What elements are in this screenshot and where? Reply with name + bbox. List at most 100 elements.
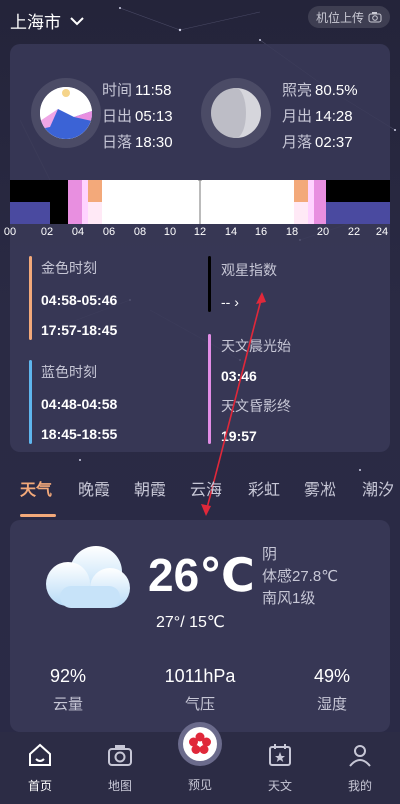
nav-map[interactable]: 地图 (90, 742, 150, 794)
tab-sunset-glow[interactable]: 晚霞 (78, 476, 110, 500)
humidity-value: 49% (313, 666, 351, 686)
moon-illumination-key: 照亮 (282, 82, 313, 99)
flower-icon (183, 727, 217, 761)
nav-astronomy[interactable]: 天文 (250, 742, 310, 794)
blue-hour-bar (29, 360, 32, 444)
hour-label: 00 (3, 226, 17, 238)
moonset-value: 02:37 (315, 134, 353, 151)
wind: 南风1级 (262, 590, 316, 607)
nav-profile[interactable]: 我的 (330, 742, 390, 794)
golden-hour-bar (29, 256, 32, 340)
feels-like: 体感27.8℃ (262, 568, 339, 585)
astro-dawn-time: 03:46 (221, 368, 257, 384)
sunrise-value: 05:13 (135, 108, 173, 125)
cloud-cover-value: 92% (49, 666, 87, 686)
tab-rainbow[interactable]: 彩虹 (248, 476, 280, 500)
moon-info: 照亮 80.5% 月出 14:28 月落 02:37 (282, 78, 358, 156)
hour-label: 08 (133, 226, 147, 238)
golden-hour-section: 金色时刻 04:58-05:46 17:57-18:45 (41, 258, 117, 338)
camera-icon (108, 745, 132, 766)
moonrise-value: 14:28 (315, 108, 353, 125)
nav-forecast-label: 预见 (187, 778, 212, 792)
stargazing-bar (208, 256, 211, 312)
blue-hour-morning: 04:48-04:58 (41, 396, 118, 412)
sun-moon-panel: 时间 11:58 日出 05:13 日落 18:30 照亮 80.5% 月出 14:28 … (4, 44, 390, 452)
blue-hour-title: 蓝色时刻 (41, 364, 97, 380)
user-icon (349, 745, 371, 767)
weather-conditions: 阴 体感27.8℃ 南风1级 (262, 544, 338, 610)
current-temperature: 26℃ (148, 549, 255, 601)
moon-illumination-value: 80.5% (315, 82, 358, 99)
humidity-label: 湿度 (316, 696, 347, 713)
hour-label: 06 (102, 226, 116, 238)
sun-time-key: 时间 (102, 82, 133, 99)
pressure-label: 气压 (184, 696, 215, 713)
moon-phase-icon (211, 88, 261, 138)
spot-upload-button[interactable]: 机位上传 (307, 6, 390, 28)
sun-arc-icon (40, 87, 92, 139)
moonset-key: 月落 (282, 134, 313, 151)
golden-hour-morning: 04:58-05:46 (41, 292, 118, 308)
sunset-key: 日落 (102, 134, 133, 151)
blue-hour-evening: 18:45-18:55 (41, 426, 118, 442)
city-selector[interactable]: 上海市 (10, 8, 85, 33)
pressure-stat: 1011hPa 气压 (150, 666, 250, 714)
hour-label: 24 (375, 226, 389, 238)
astro-dawn-title: 天文晨光始 (221, 338, 291, 354)
active-tab-indicator (20, 514, 56, 517)
tab-tide[interactable]: 潮汐 (362, 476, 394, 500)
nav-profile-label: 我的 (347, 779, 372, 793)
blue-hour-section: 蓝色时刻 04:48-04:58 18:45-18:55 (41, 362, 117, 442)
astro-twilight-section: 天文晨光始 03:46 天文昏影终 19:57 (221, 336, 291, 444)
humidity-stat: 49% 湿度 (282, 666, 382, 714)
sun-position-dial (31, 78, 101, 148)
cloud-cover-label: 云量 (52, 696, 83, 713)
chevron-down-icon (70, 16, 84, 25)
hour-label: 14 (224, 226, 238, 238)
stargazing-title: 观星指数 (221, 262, 277, 278)
golden-hour-title: 金色时刻 (41, 260, 97, 276)
cloud-icon (46, 546, 130, 608)
forecast-tabs: 天气 晚霞 朝霞 云海 彩虹 雾凇 潮汐 (0, 470, 400, 510)
weather-card: 26℃ 阴 体感27.8℃ 南风1级 27°/ 15℃ 92% 云量 1011h… (10, 520, 390, 732)
city-name: 上海市 (10, 13, 61, 32)
pressure-value: 1011hPa (164, 666, 236, 686)
sunset-value: 18:30 (135, 134, 173, 151)
hour-label: 18 (285, 226, 299, 238)
forecast-center-button[interactable] (178, 722, 222, 766)
tab-rime[interactable]: 雾凇 (304, 476, 336, 500)
moonrise-key: 月出 (282, 108, 313, 125)
hour-label: 16 (254, 226, 268, 238)
stargazing-section[interactable]: 观星指数 -- › (221, 260, 277, 310)
home-icon (29, 743, 51, 766)
tab-weather[interactable]: 天气 (20, 476, 52, 500)
nav-astronomy-label: 天文 (267, 779, 292, 793)
astro-twilight-bar (208, 334, 211, 444)
hour-label: 20 (316, 226, 330, 238)
nav-forecast[interactable]: 预见 (170, 776, 230, 793)
hour-label: 22 (347, 226, 361, 238)
nav-home-label: 首页 (27, 779, 52, 793)
golden-hour-evening: 17:57-18:45 (41, 322, 118, 338)
sun-time-value: 11:58 (135, 82, 172, 99)
sun-info: 时间 11:58 日出 05:13 日落 18:30 (102, 78, 173, 156)
temperature-range: 27°/ 15℃ (156, 614, 225, 631)
daylight-timeline[interactable] (10, 180, 390, 224)
nav-home[interactable]: 首页 (10, 742, 70, 794)
timeline-hour-labels: 00 02 04 06 08 10 12 14 16 18 20 22 24 (4, 226, 390, 242)
hour-label: 10 (163, 226, 177, 238)
stargazing-value: -- › (221, 294, 239, 310)
tab-cloud-sea[interactable]: 云海 (190, 476, 222, 500)
weather-condition: 阴 (262, 546, 278, 563)
spot-upload-label: 机位上传 (315, 10, 364, 25)
hour-label: 04 (71, 226, 85, 238)
camera-icon (368, 12, 382, 23)
hour-label: 12 (193, 226, 207, 238)
astro-dusk-title: 天文昏影终 (221, 398, 291, 414)
astro-dusk-time: 19:57 (221, 428, 257, 444)
sunrise-key: 日出 (102, 108, 133, 125)
nav-map-label: 地图 (107, 779, 132, 793)
tab-sunrise-glow[interactable]: 朝霞 (134, 476, 166, 500)
top-header: 上海市 机位上传 (0, 0, 400, 40)
cloud-cover-stat: 92% 云量 (18, 666, 118, 714)
